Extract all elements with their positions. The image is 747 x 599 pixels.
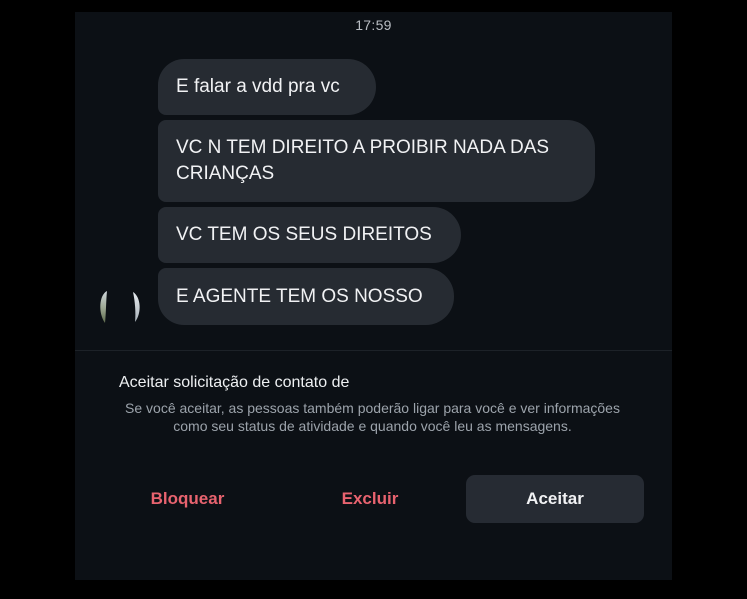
chat-screen: 17:59 E falar a vdd pra vc VC N TEM DIRE… — [75, 12, 672, 580]
request-description: Se você aceitar, as pessoas também poder… — [125, 400, 620, 434]
message-bubble[interactable]: VC N TEM DIREITO A PROIBIR NADA DAS CRIA… — [158, 120, 595, 202]
message-bubble[interactable]: E AGENTE TEM OS NOSSO — [158, 268, 454, 325]
message-text: E falar a vdd pra vc — [176, 76, 340, 97]
message-text: E AGENTE TEM OS NOSSO — [176, 285, 423, 307]
message-text: VC TEM OS SEUS DIREITOS — [176, 224, 432, 245]
section-divider — [75, 350, 672, 351]
accept-button[interactable]: Aceitar — [466, 475, 644, 523]
avatar-image — [100, 291, 140, 323]
request-title: Aceitar solicitação de contato de — [119, 374, 350, 391]
delete-button[interactable]: Excluir — [320, 475, 420, 523]
sender-avatar[interactable] — [97, 289, 143, 327]
block-button[interactable]: Bloquear — [125, 475, 250, 523]
message-timestamp: 17:59 — [355, 17, 392, 33]
message-text: VC N TEM DIREITO A PROIBIR NADA DAS CRIA… — [176, 137, 550, 184]
message-bubble[interactable]: E falar a vdd pra vc — [158, 59, 376, 115]
message-bubble[interactable]: VC TEM OS SEUS DIREITOS — [158, 207, 461, 263]
